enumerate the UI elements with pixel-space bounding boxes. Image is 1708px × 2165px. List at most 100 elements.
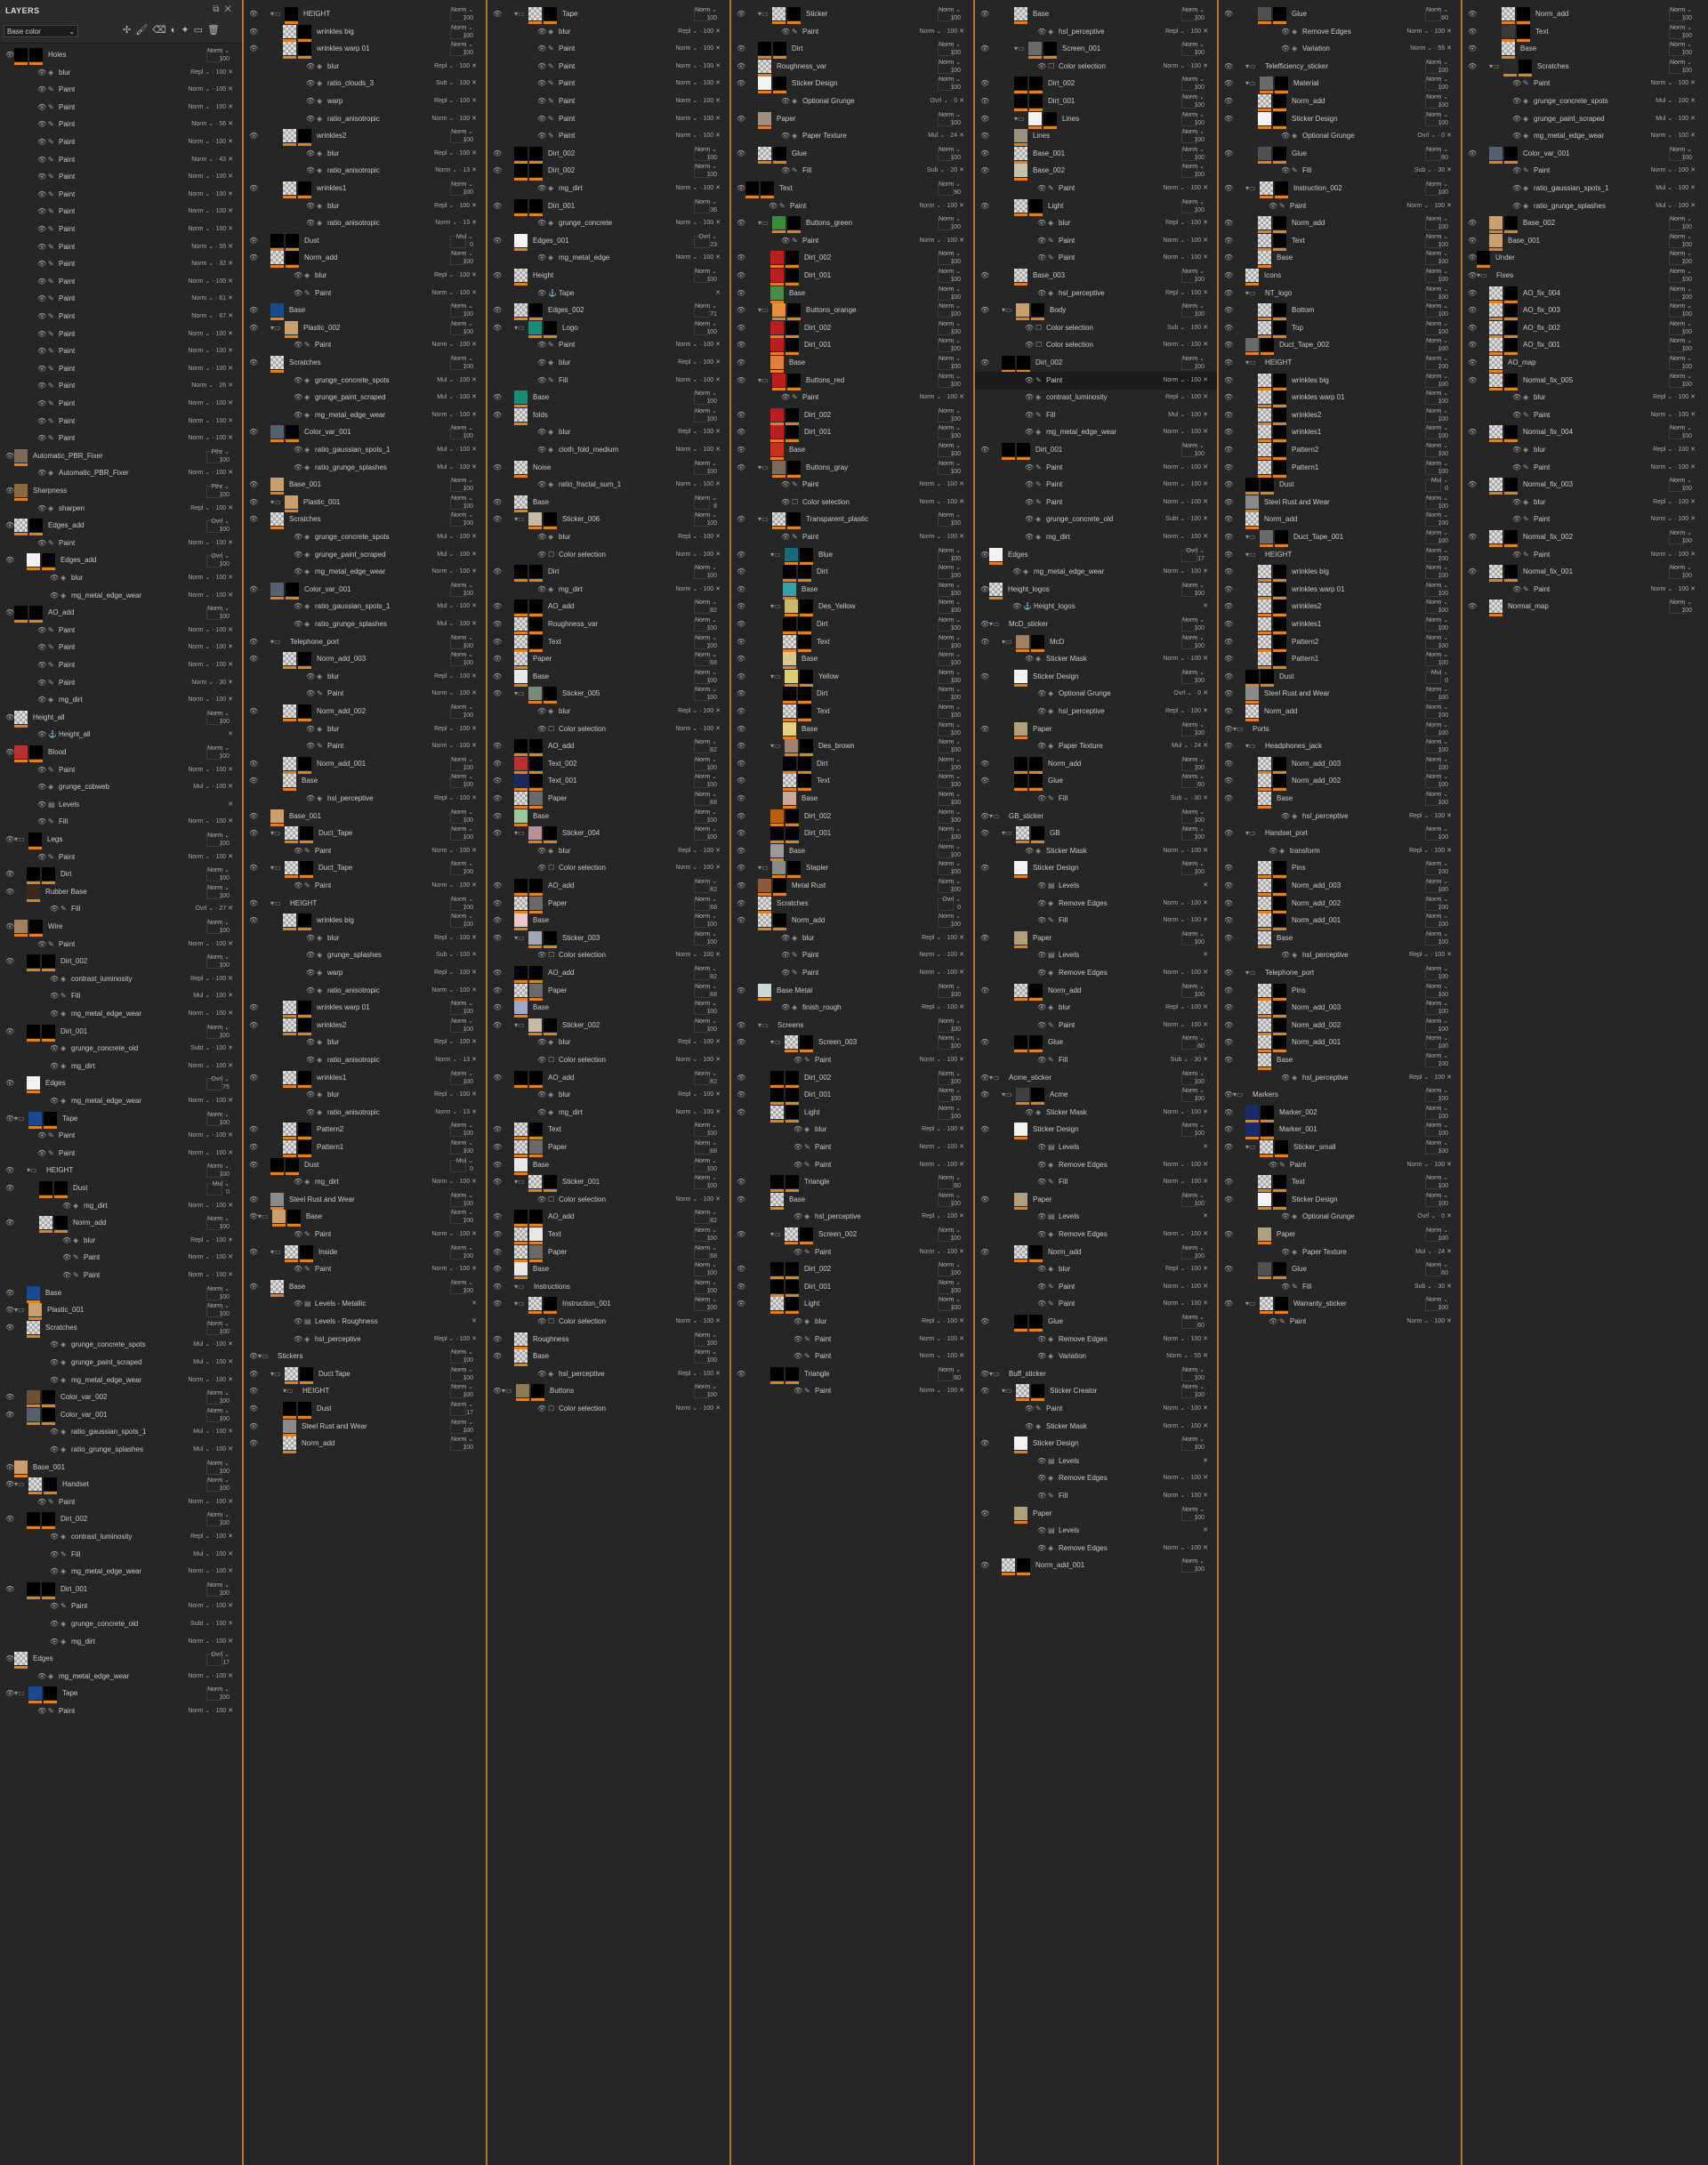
layer-blend-opacity[interactable]: Norm ⌄ 100	[939, 1105, 961, 1121]
layer-blend-opacity[interactable]: Norm ⌄ 82	[695, 1209, 717, 1225]
layer-row[interactable]: 👁 ✎ Paint Norm ⌄ · 100 ✕	[0, 1493, 242, 1511]
visibility-eye-icon[interactable]: 👁	[1269, 1161, 1277, 1169]
visibility-eye-icon[interactable]: 👁	[249, 1248, 258, 1256]
blend-mode-value[interactable]: Norm ⌄ · 100 ✕	[1406, 1161, 1452, 1168]
visibility-eye-icon[interactable]: 👁	[294, 881, 302, 889]
layer-row[interactable]: 👁 ◈ Remove Edges Norm ⌄ · 100 ✕	[975, 1156, 1217, 1174]
blend-mode-value[interactable]: Norm ⌄ · 100 ✕	[675, 480, 721, 487]
visibility-eye-icon[interactable]: 👁	[980, 271, 989, 279]
visibility-eye-icon[interactable]: 👁	[493, 1265, 502, 1273]
folder-icon[interactable]: ▾▭	[770, 742, 781, 750]
blend-mode-value[interactable]: Repl ⌄ · 100 ✕	[678, 707, 721, 714]
blend-mode-value[interactable]: Norm ⌄ · 100 ✕	[919, 498, 964, 505]
layer-row[interactable]: 👁 Norm_add Norm ⌄ 100	[0, 1214, 242, 1234]
blend-mode-value[interactable]: Repl ⌄ · 100 ✕	[190, 504, 233, 511]
visibility-eye-icon[interactable]: 👁	[980, 672, 989, 680]
visibility-eye-icon[interactable]: 👁	[737, 1074, 745, 1082]
layer-blend-opacity[interactable]: Norm ⌄ 17	[451, 1401, 473, 1417]
blend-mode-value[interactable]: Repl ⌄ · 100 ✕	[678, 847, 721, 854]
visibility-eye-icon[interactable]: 👁	[737, 62, 745, 70]
layer-blend-opacity[interactable]: Norm ⌄ 100	[1426, 1000, 1448, 1016]
layer-row[interactable]: 👁 ◈ blur Repl ⌄ · 100 ✕	[487, 23, 729, 41]
visibility-eye-icon[interactable]: 👁	[1224, 1178, 1233, 1186]
visibility-eye-icon[interactable]: 👁	[37, 801, 46, 809]
visibility-eye-icon[interactable]: 👁	[493, 916, 502, 924]
visibility-eye-icon[interactable]: 👁	[537, 62, 546, 70]
visibility-eye-icon[interactable]: 👁	[306, 934, 315, 942]
layer-blend-opacity[interactable]: Norm ⌄ 100	[1426, 373, 1448, 389]
layer-row[interactable]: 👁 ✎ Paint Norm ⌄ · 100 ✕	[731, 946, 973, 964]
visibility-eye-icon[interactable]: 👁	[5, 452, 14, 460]
layer-row[interactable]: 👁 Sticker Design Norm ⌄ 100	[1219, 110, 1461, 129]
layer-row[interactable]: 👁 ✎ Paint Norm ⌄ · 56 ✕	[0, 116, 242, 133]
layer-row[interactable]: 👁 ◈ Remove Edges Norm ⌄ · 100 ✕	[975, 1331, 1217, 1348]
layer-blend-opacity[interactable]: Norm ⌄ 100	[939, 424, 961, 440]
layer-row[interactable]: 👁 ◈ ratio_anisotropic Norm ⌄ · 100 ✕	[244, 982, 486, 1000]
layer-row[interactable]: 👁 Dirt_001 Norm ⌄ 100	[975, 441, 1217, 460]
layer-blend-opacity[interactable]: Norm ⌄ 100	[451, 41, 473, 57]
blend-mode-value[interactable]: Norm ⌄ · 100 ✕	[188, 817, 233, 825]
layer-blend-opacity[interactable]: Norm ⌄ 100	[1426, 1192, 1448, 1208]
layer-row[interactable]: 👁 ◈ mg_dirt Norm ⌄ · 100 ✕	[487, 180, 729, 197]
layer-blend-opacity[interactable]: Norm ⌄ 100	[207, 1407, 230, 1423]
layer-row[interactable]: 👁 ◈ grunge_concrete_spots Mul ⌄ · 100 ✕	[244, 528, 486, 546]
layer-row[interactable]: 👁 Dirt_001 Norm ⌄ 100	[975, 93, 1217, 111]
visibility-eye-icon[interactable]: 👁	[294, 620, 302, 628]
visibility-eye-icon[interactable]: 👁	[537, 1195, 546, 1203]
layer-row[interactable]: 👁 Color_var_001 Norm ⌄ 100	[1462, 145, 1704, 164]
visibility-eye-icon[interactable]: 👁	[737, 341, 745, 349]
layer-blend-opacity[interactable]: Norm ⌄ 100	[1670, 59, 1692, 75]
blend-mode-value[interactable]: Norm ⌄ · 100 ✕	[188, 347, 233, 354]
layer-row[interactable]: 👁 ✎ Fill Norm ⌄ · 100 ✕	[0, 813, 242, 831]
visibility-eye-icon[interactable]: 👁	[62, 1253, 71, 1261]
visibility-eye-icon[interactable]: 👁	[1224, 794, 1233, 802]
layer-row[interactable]: 👁 ✎ Paint Norm ⌄ · 100 ✕	[731, 1156, 973, 1174]
visibility-eye-icon[interactable]: 👁	[37, 626, 46, 634]
layer-blend-opacity[interactable]: Norm ⌄ 100	[451, 896, 473, 912]
layer-blend-opacity[interactable]: Norm ⌄ 100	[695, 1018, 717, 1034]
layer-row[interactable]: 👁 Edges_001 Ovrl ⌄ 23	[487, 232, 729, 251]
blend-mode-value[interactable]: Sub ⌄ · 30 ✕	[1414, 166, 1452, 173]
blend-mode-value[interactable]: Repl ⌄ · 100 ✕	[1165, 707, 1208, 714]
layer-row[interactable]: 👁 ▾▭ Handset Norm ⌄ 100	[0, 1476, 242, 1495]
layer-row[interactable]: 👁 ▾▭ Instruction_002 Norm ⌄ 100	[1219, 180, 1461, 198]
folder-icon[interactable]: ▾▭	[14, 1306, 25, 1314]
layer-row[interactable]: 👁 ▾▭ Duct_Tape Norm ⌄ 100	[244, 825, 486, 844]
visibility-eye-icon[interactable]: 👁	[1025, 533, 1034, 541]
visibility-eye-icon[interactable]: 👁	[50, 1340, 59, 1348]
visibility-eye-icon[interactable]: 👁	[294, 1178, 302, 1186]
layer-row[interactable]: 👁 ▾▭ HEIGHT Norm ⌄ 100	[1219, 546, 1461, 564]
visibility-eye-icon[interactable]: 👁	[37, 940, 46, 948]
layer-row[interactable]: 👁 ▾▭ Material Norm ⌄ 100	[1219, 75, 1461, 94]
visibility-eye-icon[interactable]: 👁	[1224, 341, 1233, 349]
layer-row[interactable]: 👁 ◈ blur Repl ⌄ · 100 ✕	[975, 999, 1217, 1017]
layer-row[interactable]: 👁 ◈ grunge_concrete_old Subt ⌄ · 100 ✕	[0, 1040, 242, 1058]
layer-row[interactable]: 👁 ▾▭ GB Norm ⌄ 100	[975, 825, 1217, 844]
visibility-eye-icon[interactable]: 👁	[1037, 1335, 1046, 1343]
blend-mode-value[interactable]: Norm ⌄ · 100 ✕	[1163, 1404, 1208, 1412]
blend-mode-value[interactable]: Norm ⌄ · 100 ✕	[188, 1149, 233, 1156]
layer-row[interactable]: 👁 ✎ Paint Norm ⌄ · 100 ✕	[487, 336, 729, 354]
layer-row[interactable]: 👁 ◈ grunge_paint_scraped Mul ⌄ · 100 ✕	[1462, 110, 1704, 128]
layer-row[interactable]: 👁 ▾▭ Buttons_red Norm ⌄ 100	[731, 372, 973, 390]
visibility-eye-icon[interactable]: 👁	[1025, 411, 1034, 419]
visibility-eye-icon[interactable]: 👁	[5, 870, 14, 878]
folder-icon[interactable]: ▾▭	[270, 829, 281, 837]
visibility-eye-icon[interactable]: 👁	[5, 51, 14, 59]
visibility-eye-icon[interactable]: 👁	[493, 411, 502, 419]
layer-blend-opacity[interactable]: Norm ⌄ 100	[451, 704, 473, 720]
visibility-eye-icon[interactable]: 👁	[62, 1271, 71, 1279]
blend-mode-value[interactable]: Norm ⌄ · 100 ✕	[675, 725, 721, 732]
layer-row[interactable]: 👁 ◈ Remove Edges Norm ⌄ · 100 ✕	[975, 895, 1217, 913]
visibility-eye-icon[interactable]: 👁	[1037, 1492, 1046, 1500]
visibility-eye-icon[interactable]: 👁	[1468, 62, 1477, 70]
layer-row[interactable]: 👁 Base Norm ⌄ 100	[731, 285, 973, 303]
layer-row[interactable]: 👁 Base Norm ⌄ 8	[487, 494, 729, 512]
visibility-eye-icon[interactable]: 👁	[1224, 602, 1233, 610]
folder-icon[interactable]: ▾▭	[514, 689, 525, 697]
visibility-eye-icon[interactable]: 👁	[1037, 237, 1046, 245]
layer-row[interactable]: 👁 Paper Norm ⌄ 68	[487, 1243, 729, 1262]
layer-row[interactable]: 👁 ✎ Paint Norm ⌄ · 100 ✕	[731, 1331, 973, 1348]
layer-row[interactable]: 👁 ◈ mg_dirt Norm ⌄ · 100 ✕	[487, 581, 729, 599]
layer-row[interactable]: 👁 ◈ mg_dirt Norm ⌄ · 100 ✕	[487, 1104, 729, 1122]
